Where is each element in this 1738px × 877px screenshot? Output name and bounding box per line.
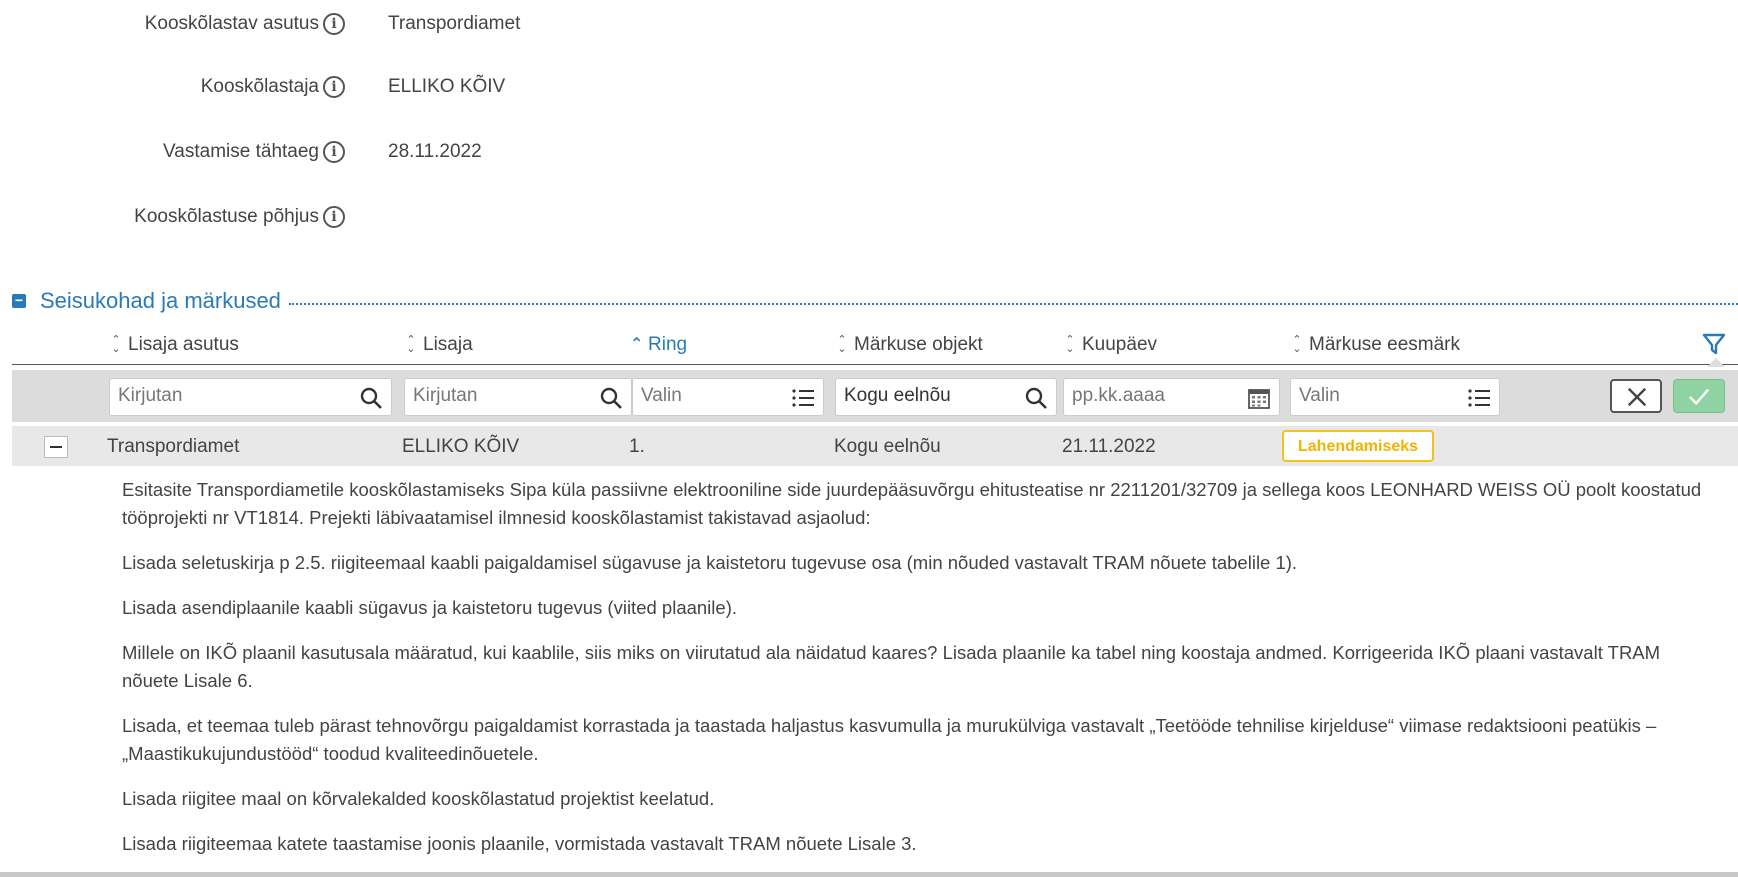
filter-lisaja[interactable] xyxy=(404,378,632,416)
cell-objekt: Kogu eelnõu xyxy=(834,436,941,457)
search-icon[interactable] xyxy=(1024,386,1048,410)
filter-kuupaev[interactable] xyxy=(1063,378,1280,416)
sort-icon: ⌃ ⌄ xyxy=(406,334,416,355)
comment-paragraph: Millele on IKÕ plaanil kasutusala määrat… xyxy=(122,642,1661,691)
detail-row-asutus: Kooskõlastav asutus i Transpordiamet xyxy=(0,9,1738,39)
filter-kuupaev-input[interactable] xyxy=(1072,385,1223,407)
column-header-lisaja[interactable]: ⌃ ⌄ Lisaja xyxy=(405,334,472,356)
column-header-markuse-objekt[interactable]: ⌃ ⌄ Märkuse objekt xyxy=(836,334,982,356)
info-icon[interactable]: i xyxy=(323,141,345,163)
sort-ascending-icon: ⌃ xyxy=(630,336,644,353)
cell-kuupaev: 21.11.2022 xyxy=(1062,436,1156,457)
table-header: ⌃ ⌄ Lisaja asutus ⌃ ⌄ Lisaja ⌃ Ring ⌃ ⌄ Mär… xyxy=(12,328,1738,365)
filter-lisaja-input[interactable] xyxy=(413,385,572,407)
info-icon[interactable]: i xyxy=(323,13,345,35)
filter-caret xyxy=(1707,358,1725,367)
list-icon[interactable] xyxy=(1467,386,1491,410)
comment-paragraph: Lisada seletuskirja p 2.5. riigiteemaal … xyxy=(122,552,1298,573)
search-icon[interactable] xyxy=(359,386,383,410)
calendar-icon[interactable] xyxy=(1247,386,1271,410)
column-header-kuupaev[interactable]: ⌃ ⌄ Kuupäev xyxy=(1064,334,1157,356)
detail-row-kooskolastaja: Kooskõlastaja i ELLIKO KÕIV xyxy=(0,72,1738,102)
filter-ring[interactable] xyxy=(632,378,824,416)
sort-icon: ⌃ ⌄ xyxy=(111,334,121,355)
filter-ring-select[interactable] xyxy=(641,385,774,407)
check-icon xyxy=(1688,388,1710,406)
filter-asutus[interactable] xyxy=(109,378,392,416)
detail-value: Transpordiamet xyxy=(388,13,521,34)
filter-bar xyxy=(12,370,1738,422)
detail-label: Kooskõlastav asutus xyxy=(144,13,319,34)
column-header-ring[interactable]: ⌃ Ring xyxy=(630,334,687,356)
detail-value: 28.11.2022 xyxy=(388,141,482,162)
column-header-lisaja-asutus[interactable]: ⌃ ⌄ Lisaja asutus xyxy=(110,334,239,356)
detail-value: ELLIKO KÕIV xyxy=(388,76,506,97)
detail-row-pohjus: Kooskõlastuse põhjus i xyxy=(0,202,1738,232)
close-icon xyxy=(1627,387,1647,407)
cell-lisaja: ELLIKO KÕIV xyxy=(402,436,520,457)
list-icon[interactable] xyxy=(791,386,815,410)
comment-paragraph: Lisada, et teemaa tuleb pärast tehnovõrg… xyxy=(122,715,1657,764)
clear-filters-button[interactable] xyxy=(1610,379,1662,413)
section-title: Seisukohad ja märkused xyxy=(40,288,281,313)
collapse-section-icon[interactable]: − xyxy=(12,293,26,308)
search-icon[interactable] xyxy=(599,386,623,410)
filter-asutus-input[interactable] xyxy=(118,385,315,407)
info-icon[interactable]: i xyxy=(323,206,345,228)
apply-filters-button[interactable] xyxy=(1673,379,1725,413)
filter-objekt[interactable] xyxy=(835,378,1057,416)
comment-paragraph: Lisada asendiplaanile kaabli sügavus ja … xyxy=(122,597,737,618)
cell-ring: 1. xyxy=(629,436,645,457)
detail-row-tahtaeg: Vastamise tähtaeg i 28.11.2022 xyxy=(0,137,1738,167)
info-icon[interactable]: i xyxy=(323,76,345,98)
comment-paragraph: Esitasite Transpordiametile kooskõlastam… xyxy=(122,479,1702,528)
detail-label: Kooskõlastaja xyxy=(200,76,319,97)
detail-label: Vastamise tähtaeg xyxy=(163,141,319,162)
detail-label: Kooskõlastuse põhjus xyxy=(134,206,319,227)
bottom-scroll-edge xyxy=(0,872,1738,877)
filter-eesmark[interactable] xyxy=(1290,378,1500,416)
sort-icon: ⌃ ⌄ xyxy=(1292,334,1302,355)
comment-paragraph: Lisada riigiteemaa katete taastamise joo… xyxy=(122,833,917,854)
filter-eesmark-select[interactable] xyxy=(1299,385,1445,407)
column-header-markuse-eesmark[interactable]: ⌃ ⌄ Märkuse eesmärk xyxy=(1291,334,1460,356)
filter-objekt-input[interactable] xyxy=(844,385,998,407)
cell-asutus: Transpordiamet xyxy=(107,436,240,457)
collapse-row-icon[interactable] xyxy=(44,436,68,458)
sort-icon: ⌃ ⌄ xyxy=(837,334,847,355)
filter-icon[interactable] xyxy=(1702,332,1726,356)
comment-body: Esitasite Transpordiametile kooskõlastam… xyxy=(122,476,1702,875)
table-row[interactable]: Transpordiamet ELLIKO KÕIV 1. Kogu eelnõ… xyxy=(12,426,1738,466)
sort-icon: ⌃ ⌄ xyxy=(1065,334,1075,355)
section-divider xyxy=(288,303,1738,305)
section-header[interactable]: − Seisukohad ja märkused xyxy=(12,286,1738,316)
status-badge: Lahendamiseks xyxy=(1282,430,1435,462)
comment-paragraph: Lisada riigitee maal on kõrvalekalded ko… xyxy=(122,788,715,809)
